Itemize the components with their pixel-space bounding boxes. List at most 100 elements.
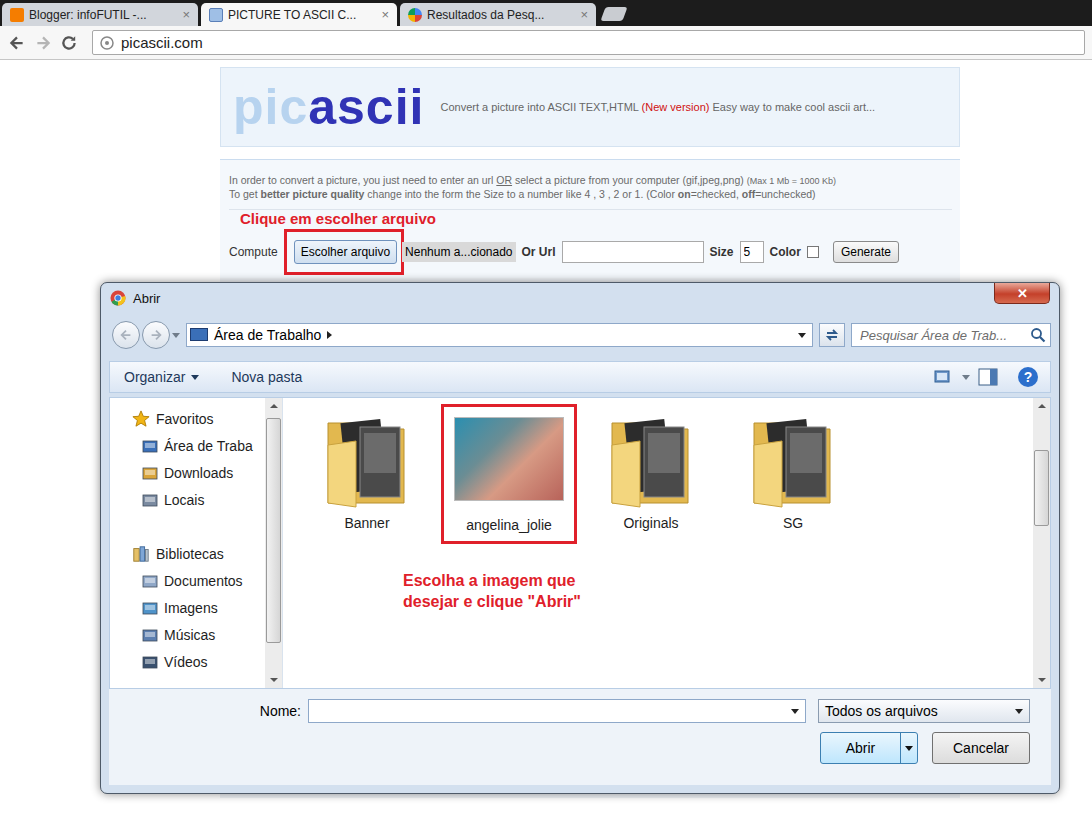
tagline-text: Convert a picture into ASCII TEXT,HTML [440,101,641,113]
scroll-up-icon[interactable] [270,404,278,408]
breadcrumb-arrow-icon[interactable] [327,331,332,339]
star-icon [132,410,150,428]
nav-item[interactable]: Área de Traba [110,432,265,459]
tab-close-button[interactable]: × [578,7,590,22]
size-input[interactable] [740,241,764,263]
reload-icon[interactable] [60,34,78,52]
back-arrow-icon [119,328,133,342]
scroll-down-icon[interactable] [1038,678,1046,682]
instruction-text: OR [496,174,512,186]
nav-group: Bibliotecas Documentos Imagens Músicas Vídeo… [110,540,265,675]
help-button[interactable]: ? [1018,367,1038,387]
filename-dropdown-icon[interactable] [791,709,799,714]
magnifier-icon[interactable] [1030,327,1046,343]
nav-scrollbar[interactable] [265,398,282,688]
forward-arrow-icon[interactable] [34,34,52,52]
address-bar[interactable]: picascii.com [92,30,1085,55]
new-folder-button[interactable]: Nova pasta [231,369,302,385]
downloads-icon [142,465,158,481]
nav-group: Favoritos Área de Traba DownloadsLocais [110,405,265,513]
filename-field[interactable] [308,699,806,723]
library-icon [132,545,150,563]
dialog-title-bar[interactable]: Abrir ✕ [109,283,1051,313]
nav-item[interactable]: Imagens [110,594,265,621]
file-scrollbar[interactable] [1033,398,1050,688]
forward-button[interactable] [142,321,170,349]
generate-button[interactable]: Generate [833,241,899,263]
color-checkbox[interactable] [807,246,819,258]
recent-dropdown-icon[interactable] [172,333,180,338]
browser-tab[interactable]: Blogger: infoFUTIL -... × [2,3,198,26]
dialog-title: Abrir [133,291,160,306]
search-box[interactable]: Pesquisar Área de Trab... [851,323,1051,347]
file-type-select[interactable]: Todos os arquivos [818,699,1030,723]
desktop-icon [142,438,158,454]
filename-row: Nome: Todos os arquivos [109,699,1030,723]
scroll-down-icon[interactable] [270,678,278,682]
tab-label: Resultados da Pesq... [427,8,573,22]
nav-item-label: Imagens [164,600,218,616]
file-pane: Bannerangelina_jolieOriginalsSGEscolha a… [289,398,1050,688]
nav-item-label: Área de Traba [164,438,253,454]
cancel-button[interactable]: Cancelar [932,732,1030,764]
refresh-icon [824,327,840,343]
back-arrow-icon[interactable] [8,34,26,52]
folder-icon [748,411,838,511]
path-dropdown-icon[interactable] [798,333,806,338]
nav-item[interactable]: Músicas [110,621,265,648]
documents-icon [142,573,158,589]
tab-close-button[interactable]: × [180,7,192,22]
file-type-dropdown-icon[interactable] [1015,709,1023,714]
tab-label: Blogger: infoFUTIL -... [29,8,175,22]
navigation-list: Favoritos Área de Traba DownloadsLocais Bib… [110,398,265,688]
file-view: Bannerangelina_jolieOriginalsSGEscolha a… [289,398,1033,688]
choose-file-button[interactable]: Escolher arquivo [294,240,397,264]
instruction-text: =unchecked) [755,188,815,200]
file-item[interactable]: Banner [299,404,435,544]
filename-label: Nome: [260,703,301,719]
scroll-up-icon[interactable] [1038,404,1046,408]
preview-pane-icon[interactable] [978,368,998,386]
nav-item[interactable]: Vídeos [110,648,265,675]
refresh-button[interactable] [819,323,845,347]
favicon-icon [10,8,24,22]
browser-tab[interactable]: Resultados da Pesq... × [400,3,596,26]
scroll-thumb[interactable] [1034,450,1049,526]
dialog-toolbar: Organizar Nova pasta? [109,361,1051,393]
filename-input[interactable] [309,700,791,722]
nav-item-label: Músicas [164,627,215,643]
url-input[interactable] [562,241,704,263]
nav-item-label: Documentos [164,573,243,589]
open-button[interactable]: Abrir [820,732,918,764]
computer-label: Compute [229,245,278,259]
instruction-line: To get better picture quality change int… [229,188,952,201]
file-item[interactable]: SG [725,404,861,544]
site-header: picascii Convert a picture into ASCII TEX… [220,67,960,147]
favicon-icon [209,8,223,22]
back-button[interactable] [112,321,140,349]
tagline-text: Easy way to make cool ascii art... [709,101,875,113]
nav-group-header[interactable]: Bibliotecas [110,540,265,567]
view-mode-icon[interactable] [934,369,954,385]
path-box[interactable]: Área de Trabalho [186,323,813,347]
file-type-text: Todos os arquivos [825,703,938,719]
scroll-thumb[interactable] [266,418,281,643]
nav-item[interactable]: Locais [110,486,265,513]
page-icon [99,35,115,51]
nav-buttons [109,321,180,349]
browser-tab[interactable]: PICTURE TO ASCII C...× [201,3,397,26]
file-item[interactable]: Originals [583,404,719,544]
instruction-text: change into the form the Size to a numbe… [364,188,677,200]
tab-close-button[interactable]: × [379,7,391,22]
view-dropdown-icon[interactable] [962,375,970,380]
new-tab-button[interactable] [600,7,627,21]
nav-item[interactable]: Downloads [110,459,265,486]
organize-menu[interactable]: Organizar [124,369,199,385]
color-label: Color [770,245,801,259]
nav-item[interactable]: Documentos [110,567,265,594]
nav-group-header[interactable]: Favoritos [110,405,265,432]
site-logo[interactable]: picascii [233,80,424,135]
file-item[interactable]: angelina_jolie [441,404,577,544]
dialog-footer: Nome: Todos os arquivos Abrir Cancelar [109,689,1051,785]
close-button[interactable]: ✕ [994,283,1050,304]
